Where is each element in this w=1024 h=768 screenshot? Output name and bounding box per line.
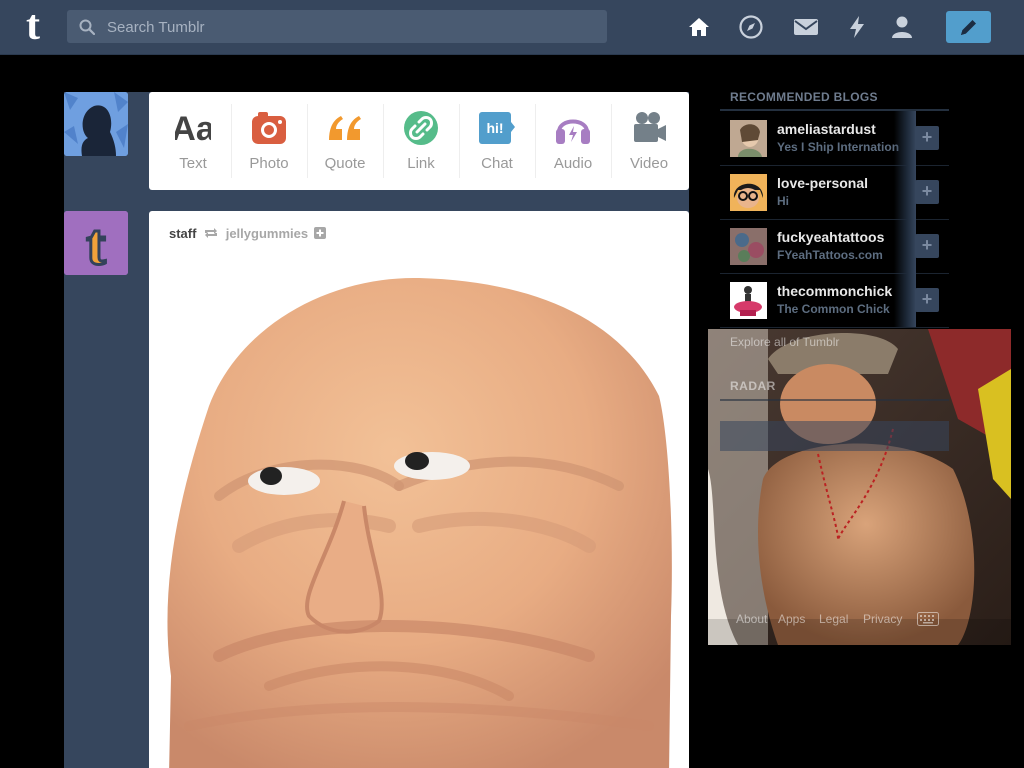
dashboard-post: staff jellygummies [149, 211, 689, 768]
footer-legal-link[interactable]: Legal [819, 612, 848, 626]
tumblr-logo[interactable]: t [17, 5, 49, 47]
chat-icon: hi! [479, 112, 515, 144]
top-navigation-bar: t [0, 0, 1024, 55]
headphones-icon [556, 119, 590, 144]
compose-button[interactable] [946, 11, 991, 43]
blog-avatar [730, 174, 767, 211]
text-icon: Aa [175, 110, 211, 146]
follow-button[interactable]: + [915, 180, 939, 204]
follow-button[interactable]: + [915, 126, 939, 150]
pencil-icon [961, 20, 976, 35]
reblogged-from-link[interactable]: jellygummies [226, 226, 308, 241]
search-box[interactable] [67, 10, 607, 45]
post-type-quote[interactable]: Quote [307, 92, 383, 190]
recommended-blog-item[interactable]: fuckyeahtattoos FYeahTattoos.com + [720, 219, 949, 274]
recommended-blogs-heading: RECOMMENDED BLOGS [730, 90, 878, 104]
post-photo-rubber-face-mask[interactable] [149, 256, 689, 768]
post-header: staff jellygummies [169, 226, 326, 241]
keyboard-icon[interactable] [917, 612, 939, 626]
recommended-blog-item[interactable]: thecommonchick The Common Chick + [720, 273, 949, 328]
post-type-chat[interactable]: hi! Chat [459, 92, 535, 190]
svg-text:Aa: Aa [175, 110, 211, 146]
mail-icon[interactable] [793, 14, 819, 40]
post-type-text[interactable]: Aa Text [155, 92, 231, 190]
svg-text:hi!: hi! [486, 120, 503, 136]
blog-name: fuckyeahtattoos [777, 229, 885, 245]
post-type-bar: Aa Text Photo Quote Link hi! Chat Audio … [149, 92, 689, 190]
blog-avatar [730, 228, 767, 265]
quote-icon [329, 116, 361, 140]
home-icon[interactable] [686, 14, 712, 40]
footer-privacy-link[interactable]: Privacy [863, 612, 902, 626]
blog-name: thecommonchick [777, 283, 893, 299]
plus-icon[interactable] [313, 227, 326, 239]
video-camera-icon [634, 112, 666, 142]
staff-tumblr-logo: t [64, 211, 128, 275]
lightning-icon[interactable] [844, 14, 870, 40]
blog-avatar [730, 120, 767, 157]
link-icon [404, 111, 438, 145]
blog-avatar [730, 282, 767, 319]
post-type-photo[interactable]: Photo [231, 92, 307, 190]
reblog-icon [205, 228, 218, 238]
blog-name: ameliastardust [777, 121, 876, 137]
compass-icon[interactable] [738, 14, 764, 40]
svg-text:t: t [86, 212, 106, 275]
search-icon [79, 19, 95, 35]
user-avatar[interactable] [64, 92, 128, 156]
follow-button[interactable]: + [915, 288, 939, 312]
post-author-link[interactable]: staff [169, 226, 196, 241]
radar-heading: RADAR [730, 379, 776, 393]
post-type-video[interactable]: Video [611, 92, 687, 190]
explore-tumblr-link[interactable]: Explore all of Tumblr [730, 335, 839, 349]
recommended-blog-item[interactable]: ameliastardust Yes I Ship Internation + [720, 111, 949, 166]
footer-apps-link[interactable]: Apps [778, 612, 805, 626]
follow-button[interactable]: + [915, 234, 939, 258]
blog-name: love-personal [777, 175, 869, 191]
footer-about-link[interactable]: About [736, 612, 767, 626]
post-type-link[interactable]: Link [383, 92, 459, 190]
recommended-blog-item[interactable]: love-personal Hi + [720, 165, 949, 220]
radar-photo [708, 329, 1011, 645]
camera-icon [252, 112, 286, 144]
staff-avatar[interactable]: t [64, 211, 128, 275]
radar-photo-overlay[interactable]: Explore all of Tumblr RADAR About Apps L… [708, 329, 1011, 645]
account-icon[interactable] [889, 14, 915, 40]
post-type-audio[interactable]: Audio [535, 92, 611, 190]
avatar-silhouette [64, 92, 128, 156]
search-input[interactable] [105, 10, 589, 45]
